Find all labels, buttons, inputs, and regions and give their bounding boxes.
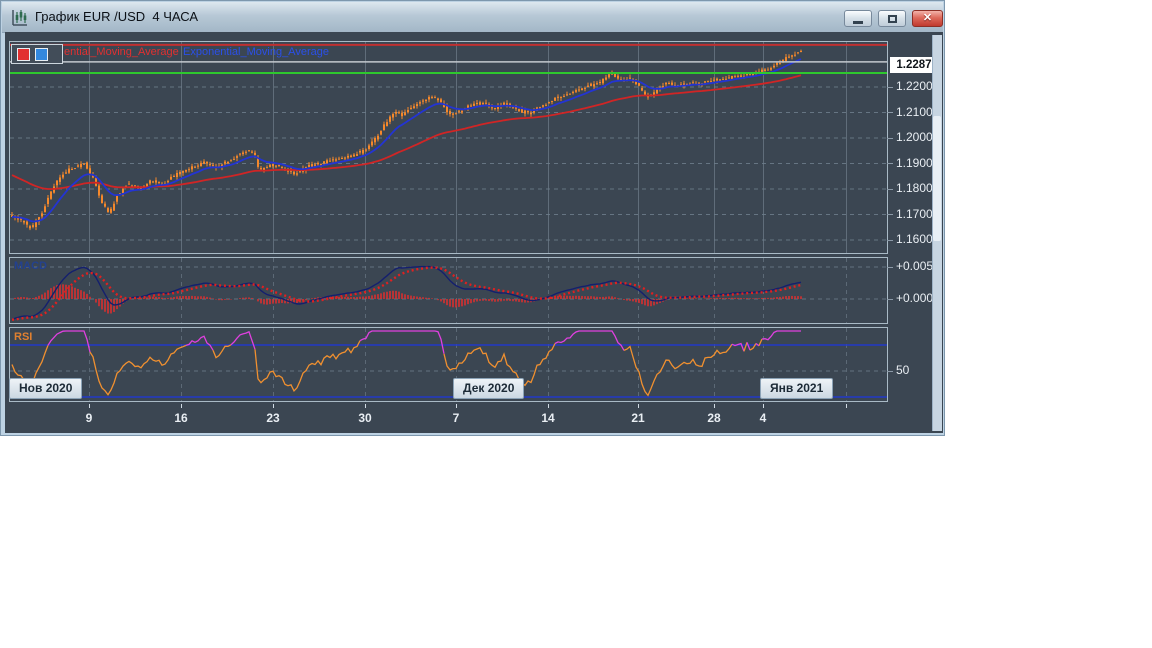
minimize-button[interactable] [844, 10, 872, 27]
macd-panel[interactable] [9, 257, 888, 324]
price-panel[interactable] [9, 41, 888, 254]
ema-fast-line [11, 58, 802, 223]
window-title: График EUR /USD 4 ЧАСА [35, 9, 199, 24]
candles [11, 49, 802, 231]
chart-app-icon [12, 10, 27, 26]
legend-box [11, 44, 63, 64]
ema-slow-line [11, 74, 802, 190]
legend-swatch-red[interactable] [17, 47, 30, 61]
macd-histogram [14, 284, 802, 314]
minimize-icon [853, 20, 863, 24]
rsi-label: RSI [14, 331, 33, 343]
close-icon: ✕ [922, 12, 933, 24]
scrollbar-thumb[interactable] [933, 116, 941, 241]
maximize-icon [887, 14, 897, 23]
legend-swatch-blue[interactable] [35, 47, 48, 61]
legend-label-ema2: Exponential_Moving_Average [183, 46, 329, 58]
macd-label: MACD [14, 260, 47, 272]
close-button[interactable]: ✕ [912, 10, 943, 27]
title-bar[interactable]: График EUR /USD 4 ЧАСА ✕ [2, 2, 943, 33]
legend-label-ema1: ential_Moving_Average [64, 46, 179, 58]
chart-window: График EUR /USD 4 ЧАСА ✕ ential_Moving_A… [0, 0, 945, 436]
rsi-line [11, 330, 801, 397]
rsi-panel[interactable] [9, 327, 888, 402]
macd-signal-line [11, 266, 802, 321]
maximize-button[interactable] [878, 10, 906, 27]
current-price-badge: 1.2287 [890, 57, 938, 73]
macd-line [11, 265, 802, 321]
